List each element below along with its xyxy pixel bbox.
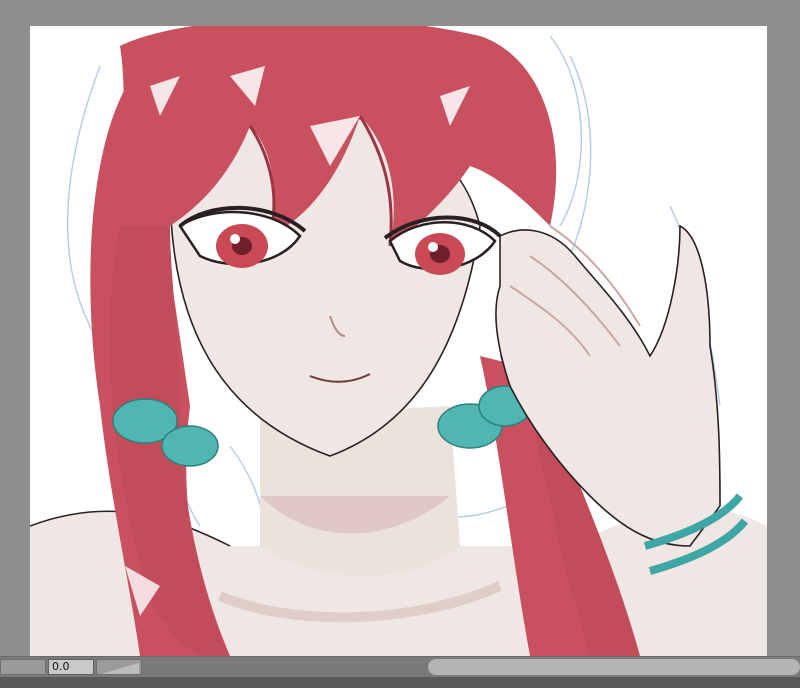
scroll-thumb[interactable] — [428, 659, 800, 675]
ramp-icon — [101, 663, 139, 674]
status-value-field[interactable]: 0.0 — [48, 659, 94, 675]
vertical-scroll-area[interactable] — [767, 0, 800, 656]
drawing-canvas[interactable] — [30, 26, 767, 656]
artwork — [30, 26, 767, 656]
horizontal-scrollbar[interactable] — [428, 659, 800, 675]
bottom-strip — [0, 677, 800, 688]
status-ramp-control[interactable] — [96, 659, 142, 675]
workspace — [0, 0, 800, 656]
status-slot-left[interactable] — [0, 659, 46, 675]
status-bar: 0.0 — [0, 656, 800, 677]
